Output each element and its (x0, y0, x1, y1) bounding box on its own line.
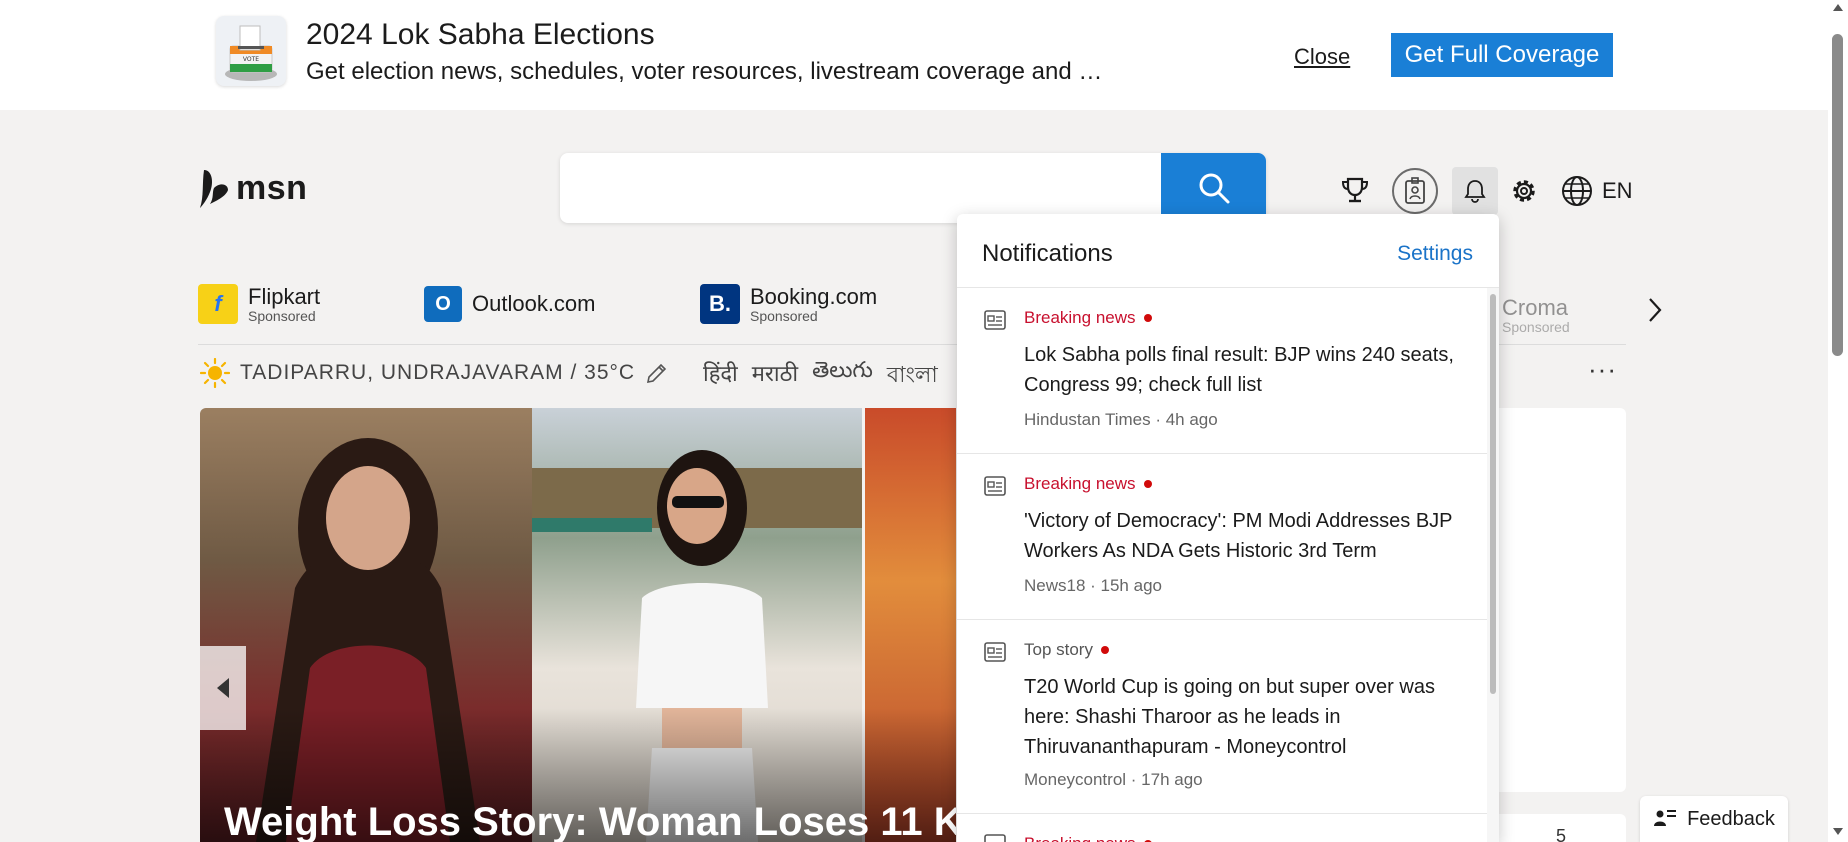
outlook-logo-icon: O (424, 286, 462, 322)
quick-link-booking[interactable]: B. Booking.com Sponsored (700, 284, 877, 324)
language-link-marathi[interactable]: मराठी (752, 358, 798, 395)
sponsored-label: Sponsored (1502, 319, 1570, 335)
language-link-bengali[interactable]: বাংলা (887, 358, 938, 395)
quick-links-next-button[interactable] (1640, 292, 1670, 328)
quick-link-flipkart[interactable]: f Flipkart Sponsored (198, 284, 320, 324)
notifications-title: Notifications (982, 240, 1113, 267)
unread-dot (1100, 646, 1109, 654)
notification-meta: Moneycontrol · 17h ago (1024, 770, 1203, 789)
notifications-panel: Notifications Settings Breaking news Lok… (957, 214, 1499, 842)
election-banner: VOTE 2024 Lok Sabha Elections Get electi… (0, 0, 1828, 110)
category-label: Breaking news (1024, 474, 1136, 493)
news-icon (984, 310, 1006, 330)
feedback-button[interactable]: Feedback (1640, 796, 1788, 842)
svg-text:VOTE: VOTE (243, 56, 259, 63)
search-icon (1199, 173, 1229, 204)
quick-link-label: Booking.com (750, 284, 878, 309)
trophy-icon[interactable] (1337, 172, 1373, 208)
globe-icon (1562, 176, 1592, 206)
notifications-scrollbar-thumb[interactable] (1490, 294, 1496, 694)
notification-item[interactable]: Breaking news Lok Sabha polls final resu… (957, 288, 1487, 454)
category-label: Breaking news (1024, 308, 1136, 327)
unread-dot (1143, 314, 1152, 322)
search-box (560, 153, 1266, 223)
caret-left-icon (217, 678, 229, 698)
sponsored-label: Sponsored (248, 308, 316, 324)
language-link-telugu[interactable]: తెలుగు (812, 358, 873, 395)
scrollbar-thumb[interactable] (1832, 34, 1843, 356)
pencil-edit-icon[interactable] (645, 361, 669, 385)
notification-meta: News18 · 15h ago (1024, 576, 1162, 595)
weather-location[interactable]: TADIPARRU, UNDRAJAVARAM / 35°C (200, 358, 669, 388)
notification-headline: Lok Sabha polls final result: BJP wins 2… (1024, 344, 1454, 396)
notifications-list: Breaking news Lok Sabha polls final resu… (957, 288, 1487, 842)
notification-category: Breaking news (1024, 834, 1152, 842)
banner-close-link[interactable]: Close (1294, 44, 1350, 70)
quick-link-label: Outlook.com (472, 291, 596, 316)
banner-title: 2024 Lok Sabha Elections (306, 18, 655, 51)
banner-subtitle: Get election news, schedules, voter reso… (306, 58, 1103, 85)
logo-text: msn (236, 168, 308, 207)
booking-logo-icon: B. (700, 284, 740, 324)
quick-link-croma[interactable]: Croma Sponsored (1502, 295, 1570, 335)
sun-icon (200, 358, 230, 388)
right-card-partial-text: 5 (1556, 826, 1567, 842)
language-links: हिंदी मराठी తెలుగు বাংলা (703, 358, 938, 395)
notification-item[interactable]: Breaking news (957, 814, 1487, 842)
gear-icon[interactable] (1505, 172, 1543, 210)
search-input[interactable] (560, 153, 1161, 223)
quick-link-label: Flipkart (248, 284, 321, 309)
news-icon (984, 476, 1006, 496)
quick-link-outlook[interactable]: O Outlook.com (424, 286, 596, 322)
get-full-coverage-button[interactable]: Get Full Coverage (1391, 33, 1613, 77)
scroll-up-arrow-icon[interactable] (1833, 4, 1843, 11)
hero-headline[interactable]: Weight Loss Story: Woman Loses 11 Kil (224, 800, 956, 842)
notification-category: Breaking news (1024, 308, 1152, 328)
ballot-box-icon: VOTE (216, 16, 286, 86)
more-options-button[interactable]: ··· (1588, 354, 1617, 385)
carousel-previous-button[interactable] (200, 646, 246, 730)
news-icon (984, 642, 1006, 662)
msn-butterfly-icon (200, 170, 228, 208)
search-button[interactable] (1161, 153, 1266, 223)
notification-category: Top story (1024, 640, 1109, 660)
language-selector[interactable]: EN (1560, 172, 1633, 210)
flipkart-logo-icon: f (198, 284, 238, 324)
language-link-hindi[interactable]: हिंदी (703, 358, 738, 395)
hero-carousel[interactable]: Weight Loss Story: Woman Loses 11 Kil (200, 408, 956, 842)
scroll-down-arrow-icon[interactable] (1833, 828, 1843, 835)
quick-link-label: Croma (1502, 295, 1569, 320)
notification-meta: Hindustan Times · 4h ago (1024, 410, 1218, 429)
notifications-header: Notifications Settings (957, 214, 1499, 288)
weather-location-text: TADIPARRU, UNDRAJAVARAM / 35°C (240, 361, 636, 384)
notification-item[interactable]: Breaking news 'Victory of Democracy': PM… (957, 454, 1487, 620)
sponsored-label: Sponsored (750, 308, 818, 324)
notification-headline: 'Victory of Democracy': PM Modi Addresse… (1024, 510, 1453, 562)
feedback-label: Feedback (1687, 807, 1775, 830)
notification-item[interactable]: Top story T20 World Cup is going on but … (957, 620, 1487, 814)
rewards-avatar-icon[interactable] (1392, 168, 1438, 214)
chevron-right-icon (1649, 298, 1662, 322)
category-label: Top story (1024, 640, 1093, 659)
bell-icon[interactable] (1452, 167, 1498, 215)
language-label: EN (1602, 178, 1633, 203)
notification-headline: T20 World Cup is going on but super over… (1024, 676, 1435, 758)
unread-dot (1143, 480, 1152, 488)
notification-category: Breaking news (1024, 474, 1152, 494)
notifications-settings-link[interactable]: Settings (1397, 242, 1473, 266)
news-icon (984, 834, 1006, 842)
category-label: Breaking news (1024, 834, 1136, 842)
feedback-icon (1654, 810, 1677, 826)
msn-logo[interactable]: msn (198, 166, 307, 210)
